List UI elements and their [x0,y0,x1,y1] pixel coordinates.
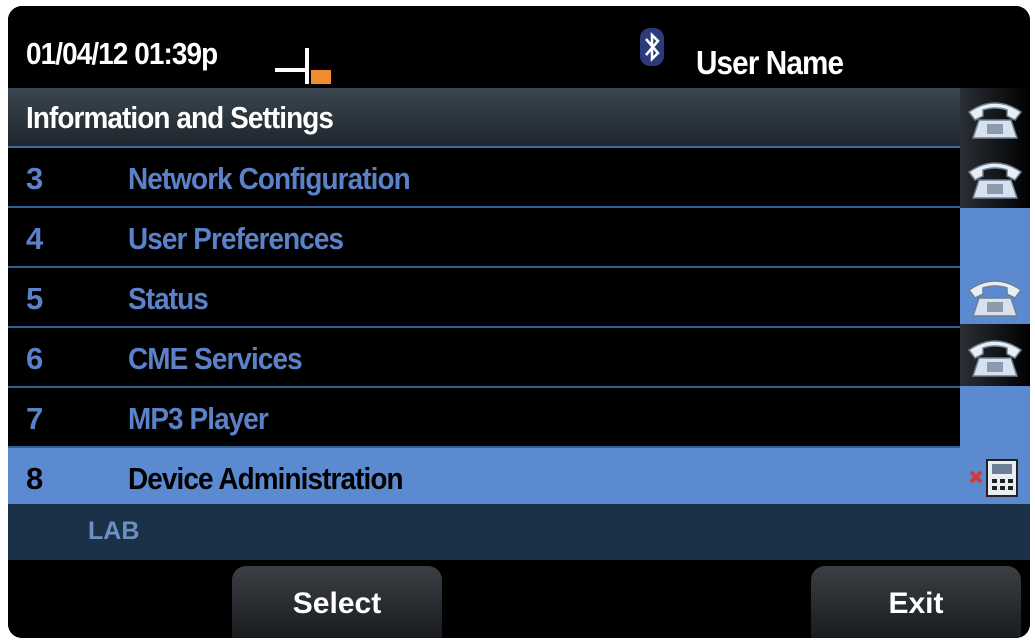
menu-item-label: User Preferences [128,221,344,256]
menu-item-device-administration[interactable]: 8 Device Administration [8,448,960,508]
select-softkey[interactable]: Select [232,566,442,638]
date-time: 01/04/12 01:39p [26,36,218,71]
menu-item-network-configuration[interactable]: 3 Network Configuration [8,148,960,208]
settings-menu: Information and Settings 3 Network Confi… [8,88,960,508]
line-key-3[interactable] [960,266,1030,324]
bluetooth-icon [640,28,664,66]
line-key-2[interactable] [960,148,1030,206]
menu-item-number: 8 [26,461,44,496]
menu-item-label: Device Administration [128,461,404,496]
phone-line-icon [967,280,1023,317]
menu-item-number: 7 [26,401,44,436]
handset-status-icon [275,48,331,84]
menu-item-mp3-player[interactable]: 7 MP3 Player [8,388,960,448]
menu-item-user-preferences[interactable]: 4 User Preferences [8,208,960,268]
menu-title: Information and Settings [26,100,334,135]
user-name: User Name [696,44,844,81]
session-strip: LAB [8,504,1030,560]
line-key-5[interactable] [960,446,1030,504]
menu-item-number: 6 [26,341,44,376]
menu-item-label: Status [128,281,209,316]
exit-softkey[interactable]: Exit [811,566,1021,638]
line-key-3-indicator [960,208,1030,266]
menu-item-label: Network Configuration [128,161,411,196]
line-key-5-indicator [960,386,1030,446]
phone-line-icon [967,340,1023,377]
phone-line-icon [967,102,1023,139]
softkey-bar: Select Exit [8,560,1030,638]
menu-item-label: CME Services [128,341,303,376]
line-key-rail [960,88,1030,504]
status-bar: 01/04/12 01:39p User Name [8,6,1030,88]
phone-line-icon [967,162,1023,199]
menu-item-status[interactable]: 5 Status [8,268,960,328]
line-key-1[interactable] [960,88,1030,146]
menu-item-cme-services[interactable]: 6 CME Services [8,328,960,388]
menu-header: Information and Settings [8,88,960,148]
lab-label: LAB [88,517,140,545]
line-key-4[interactable] [960,326,1030,384]
menu-item-number: 3 [26,161,44,196]
menu-item-number: 5 [26,281,44,316]
line-unregistered-icon [969,459,1018,497]
menu-item-label: MP3 Player [128,401,269,436]
menu-item-number: 4 [26,221,44,256]
phone-screen: 01/04/12 01:39p User Name Information an… [8,6,1030,638]
